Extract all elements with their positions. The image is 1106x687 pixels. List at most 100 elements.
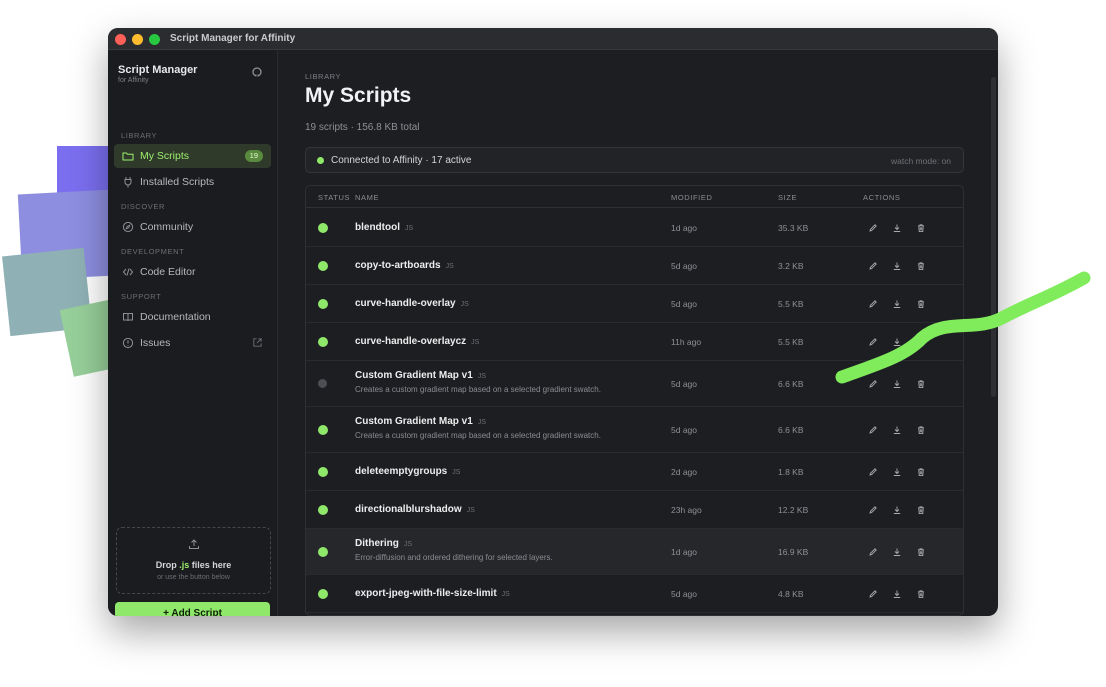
- table-row[interactable]: directionalblurshadow JS 23h ago 12.2 KB: [306, 491, 963, 529]
- file-extension: JS: [501, 591, 510, 598]
- trash-icon[interactable]: [916, 299, 926, 309]
- download-icon[interactable]: [892, 425, 902, 435]
- pencil-icon[interactable]: [868, 261, 878, 271]
- script-name-text: deleteemptygroups: [355, 466, 448, 477]
- status-indicator[interactable]: [318, 547, 328, 557]
- scripts-table: STATUS NAME MODIFIED SIZE ACTIONS blendt…: [305, 185, 964, 616]
- trash-icon[interactable]: [916, 505, 926, 515]
- modified-time: 2d ago: [671, 467, 697, 477]
- file-size: 5.5 KB: [778, 337, 804, 347]
- status-indicator[interactable]: [318, 505, 328, 515]
- script-description: Creates a custom gradient map based on a…: [355, 385, 601, 394]
- scrollbar[interactable]: [991, 77, 996, 397]
- download-icon[interactable]: [892, 589, 902, 599]
- trash-icon[interactable]: [916, 547, 926, 557]
- pencil-icon[interactable]: [868, 467, 878, 477]
- sidebar-item-my-scripts[interactable]: My Scripts 19: [114, 144, 271, 168]
- status-indicator[interactable]: [318, 467, 328, 477]
- table-row[interactable]: curve-handle-overlay JS 5d ago 5.5 KB: [306, 285, 963, 323]
- connection-indicator: [317, 157, 324, 164]
- table-row[interactable]: Custom Gradient Map v1 JS Creates a custom…: [306, 407, 963, 453]
- table-row[interactable]: export-jpeg-with-file-size-limit JS 5d ago…: [306, 575, 963, 613]
- script-name-text: directionalblurshadow: [355, 504, 462, 515]
- download-icon[interactable]: [892, 337, 902, 347]
- drop-zone-label: Drop .js files here: [117, 560, 270, 570]
- pencil-icon[interactable]: [868, 379, 878, 389]
- watch-mode-status[interactable]: watch mode: on: [891, 156, 951, 166]
- pencil-icon[interactable]: [868, 337, 878, 347]
- code-icon: [122, 268, 134, 276]
- status-indicator[interactable]: [318, 261, 328, 271]
- trash-icon[interactable]: [916, 337, 926, 347]
- trash-icon[interactable]: [916, 467, 926, 477]
- status-indicator[interactable]: [318, 425, 328, 435]
- download-icon[interactable]: [892, 379, 902, 389]
- script-name: curve-handle-overlaycz JS: [355, 336, 479, 347]
- modified-time: 5d ago: [671, 589, 697, 599]
- table-row[interactable]: blendtool JS 1d ago 35.3 KB: [306, 209, 963, 247]
- sidebar-item-label: Community: [140, 221, 194, 233]
- table-row[interactable]: deleteemptygroups JS 2d ago 1.8 KB: [306, 453, 963, 491]
- status-indicator[interactable]: [318, 379, 327, 388]
- file-extension: JS: [460, 301, 469, 308]
- status-indicator[interactable]: [318, 589, 328, 599]
- script-name-text: Custom Gradient Map v1: [355, 370, 473, 381]
- status-indicator[interactable]: [318, 337, 328, 347]
- add-script-button[interactable]: + Add Script: [115, 602, 270, 616]
- trash-icon[interactable]: [916, 261, 926, 271]
- pencil-icon[interactable]: [868, 589, 878, 599]
- table-row[interactable]: curve-handle-overlaycz JS 11h ago 5.5 KB: [306, 323, 963, 361]
- script-name: Custom Gradient Map v1 JS: [355, 370, 486, 381]
- section-library: LIBRARY: [121, 131, 158, 140]
- column-status: STATUS: [318, 193, 351, 202]
- sidebar-item-installed-scripts[interactable]: Installed Scripts: [114, 170, 271, 194]
- sidebar-item-label: Installed Scripts: [140, 176, 215, 188]
- status-indicator[interactable]: [318, 299, 328, 309]
- sidebar-item-label: Documentation: [140, 311, 211, 323]
- table-row[interactable]: Custom Gradient Map v1 JS Creates a custom…: [306, 361, 963, 407]
- download-icon[interactable]: [892, 261, 902, 271]
- download-icon[interactable]: [892, 547, 902, 557]
- trash-icon[interactable]: [916, 223, 926, 233]
- table-row[interactable]: copy-to-artboards JS 5d ago 3.2 KB: [306, 247, 963, 285]
- pencil-icon[interactable]: [868, 547, 878, 557]
- file-size: 1.8 KB: [778, 467, 804, 477]
- window-title: Script Manager for Affinity: [170, 33, 296, 44]
- alert-icon: [122, 337, 134, 349]
- trash-icon[interactable]: [916, 379, 926, 389]
- minimize-window-button[interactable]: [132, 34, 143, 45]
- table-row[interactable]: Dithering JS Error-diffusion and ordered d…: [306, 529, 963, 575]
- download-icon[interactable]: [892, 505, 902, 515]
- sidebar-item-community[interactable]: Community: [114, 215, 271, 239]
- status-indicator[interactable]: [318, 223, 328, 233]
- pencil-icon[interactable]: [868, 299, 878, 309]
- file-extension: JS: [477, 419, 486, 426]
- modified-time: 23h ago: [671, 505, 702, 515]
- column-name[interactable]: NAME: [355, 193, 379, 202]
- download-icon[interactable]: [892, 223, 902, 233]
- close-window-button[interactable]: [115, 34, 126, 45]
- zoom-window-button[interactable]: [149, 34, 160, 45]
- sidebar-item-code-editor[interactable]: Code Editor: [114, 260, 271, 284]
- download-icon[interactable]: [892, 299, 902, 309]
- column-size[interactable]: SIZE: [778, 193, 797, 202]
- pencil-icon[interactable]: [868, 505, 878, 515]
- github-icon[interactable]: [251, 66, 263, 78]
- pencil-icon[interactable]: [868, 425, 878, 435]
- sidebar-item-documentation[interactable]: Documentation: [114, 305, 271, 329]
- trash-icon[interactable]: [916, 589, 926, 599]
- file-size: 35.3 KB: [778, 223, 809, 233]
- sidebar-item-issues[interactable]: Issues: [114, 331, 271, 355]
- drop-zone[interactable]: Drop .js files here or use the button be…: [116, 527, 271, 594]
- file-size: 12.2 KB: [778, 505, 809, 515]
- script-name: Custom Gradient Map v1 JS: [355, 416, 486, 427]
- script-name-text: curve-handle-overlaycz: [355, 336, 467, 347]
- file-size: 6.6 KB: [778, 425, 804, 435]
- pencil-icon[interactable]: [868, 223, 878, 233]
- drop-prefix: Drop: [155, 560, 180, 570]
- page-title: My Scripts: [305, 84, 412, 107]
- trash-icon[interactable]: [916, 425, 926, 435]
- column-modified[interactable]: MODIFIED: [671, 193, 712, 202]
- download-icon[interactable]: [892, 467, 902, 477]
- section-development: DEVELOPMENT: [121, 247, 185, 256]
